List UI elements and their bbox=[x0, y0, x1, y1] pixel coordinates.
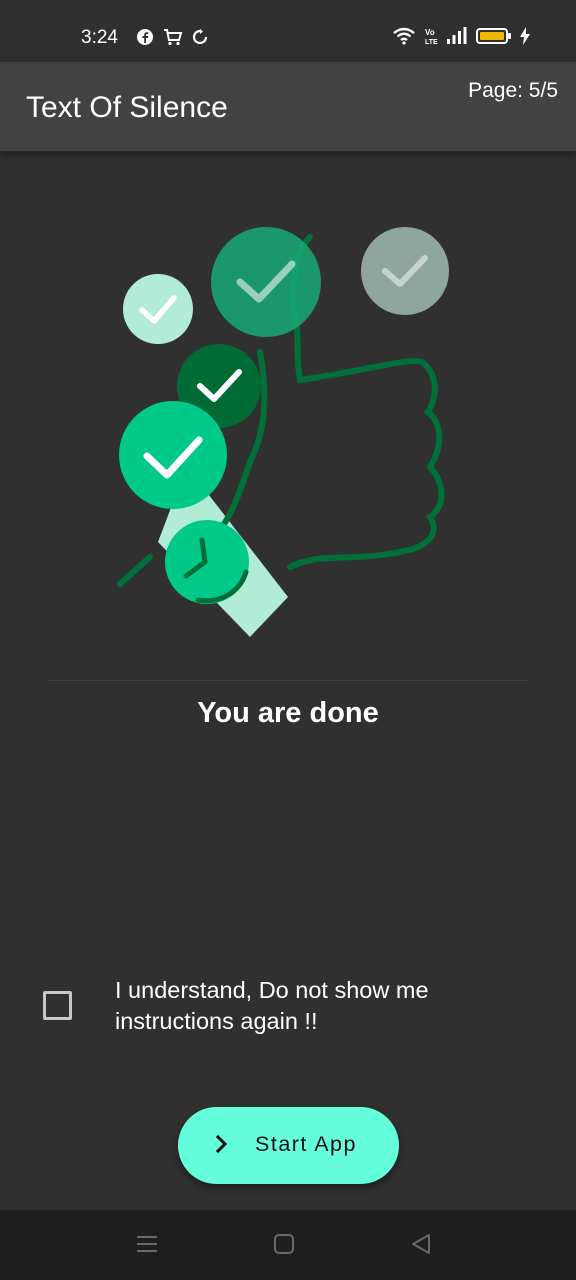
menu-icon[interactable] bbox=[136, 1233, 158, 1255]
dont-show-again-checkbox[interactable] bbox=[43, 991, 72, 1020]
check-circle-pale bbox=[123, 274, 193, 344]
status-time: 3:24 bbox=[81, 27, 118, 48]
shopping-cart-icon bbox=[164, 29, 183, 46]
volte-icon: Vo LTE bbox=[425, 28, 438, 45]
check-circle-bright bbox=[119, 401, 227, 509]
system-nav-bar bbox=[0, 1210, 576, 1280]
start-app-button[interactable]: Start App bbox=[178, 1107, 399, 1184]
page-indicator: Page: 5/5 bbox=[468, 79, 558, 102]
start-app-label: Start App bbox=[255, 1132, 357, 1156]
back-icon[interactable] bbox=[410, 1233, 432, 1255]
svg-text:LTE: LTE bbox=[425, 39, 438, 45]
charging-icon bbox=[520, 27, 530, 45]
signal-icon bbox=[447, 27, 467, 44]
wifi-icon bbox=[393, 27, 415, 45]
divider bbox=[47, 680, 529, 681]
home-icon[interactable] bbox=[273, 1233, 295, 1255]
done-heading: You are done bbox=[197, 697, 379, 729]
dont-show-again-label[interactable]: I understand, Do not show me instruction… bbox=[115, 975, 515, 1037]
check-circle-large-top bbox=[211, 227, 321, 337]
status-left-icons bbox=[136, 28, 208, 46]
check-circle-grey bbox=[361, 227, 449, 315]
app-title: Text Of Silence bbox=[26, 91, 228, 124]
motion-line bbox=[117, 554, 153, 587]
status-right-icons: Vo LTE bbox=[392, 27, 530, 45]
sync-icon bbox=[192, 29, 208, 45]
thumbs-up-checkmarks-illustration bbox=[117, 227, 449, 637]
svg-text:Vo: Vo bbox=[425, 28, 435, 37]
app-bar: Text Of Silence Page: 5/5 bbox=[0, 62, 576, 151]
dont-show-again-row[interactable]: I understand, Do not show me instruction… bbox=[43, 975, 543, 1040]
facebook-icon bbox=[137, 29, 153, 45]
battery-icon bbox=[476, 28, 511, 44]
chevron-right-icon bbox=[215, 1134, 228, 1154]
status-bar: 3:24 Vo LTE bbox=[0, 0, 576, 62]
